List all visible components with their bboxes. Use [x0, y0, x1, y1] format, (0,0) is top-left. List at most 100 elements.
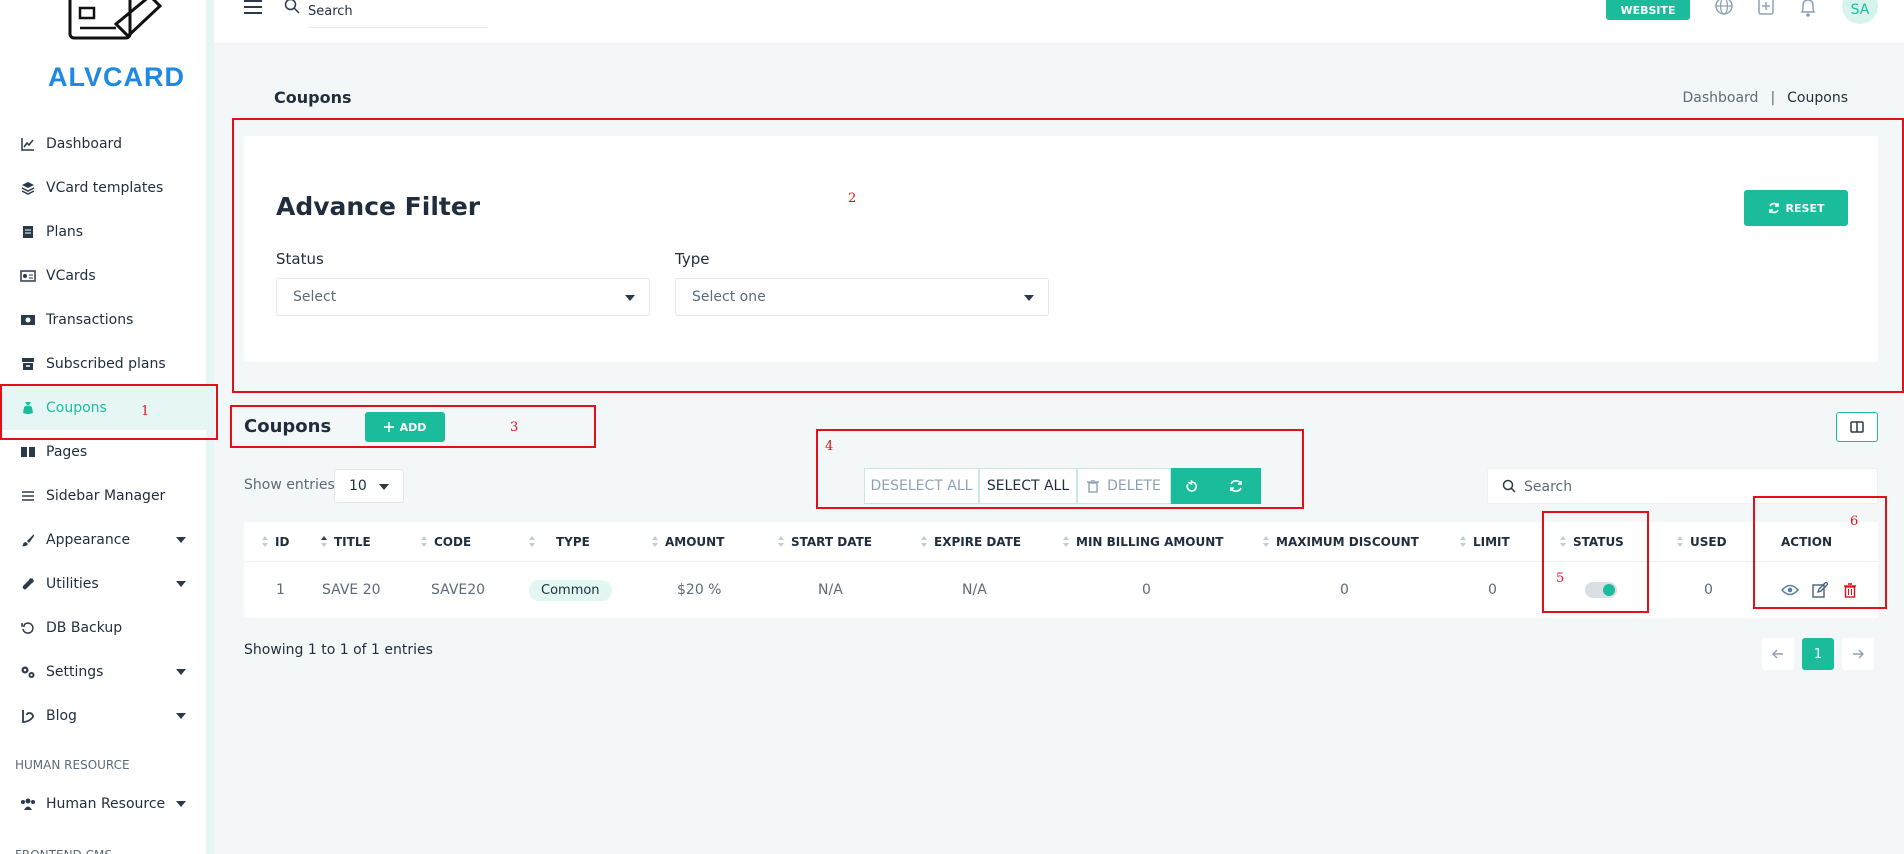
- column-label: TITLE: [334, 535, 371, 549]
- caret-down-icon: [379, 484, 389, 490]
- arrow-left-icon: [1772, 649, 1783, 659]
- entries-value: 10: [349, 478, 367, 494]
- sort-icon: [778, 536, 785, 548]
- cell-amount: $20 %: [677, 582, 722, 598]
- annotation-number-2: 2: [848, 191, 857, 206]
- annotation-box-1: [0, 384, 218, 440]
- sidebar-item-label: VCard templates: [46, 180, 164, 196]
- brush-icon: [20, 532, 36, 548]
- sidebar-item-appearance[interactable]: Appearance: [0, 518, 206, 562]
- sidebar-item-label: DB Backup: [46, 620, 123, 636]
- type-badge: Common: [529, 579, 612, 601]
- column-header-amount[interactable]: AMOUNT: [652, 522, 724, 562]
- page-button-1[interactable]: 1: [1802, 638, 1834, 670]
- breadcrumb-separator: |: [1770, 90, 1776, 106]
- column-label: START DATE: [791, 535, 872, 549]
- sidebar-item-label: Utilities: [46, 576, 99, 592]
- cell-code: SAVE20: [431, 582, 486, 598]
- sidebar-item-db-backup[interactable]: DB Backup: [0, 606, 206, 650]
- prev-page-button[interactable]: [1762, 638, 1794, 670]
- top-search-input[interactable]: [308, 0, 488, 28]
- columns-icon: [1850, 421, 1864, 433]
- page-header: Coupons Dashboard | Coupons: [244, 78, 1878, 118]
- column-header-code[interactable]: CODE: [421, 522, 471, 562]
- sidebar-item-vcard-templates[interactable]: VCard templates: [0, 166, 206, 210]
- annotation-number-6: 6: [1850, 514, 1859, 529]
- cell-title: SAVE 20: [322, 582, 381, 598]
- sidebar-item-vcards[interactable]: VCards: [0, 254, 206, 298]
- next-page-button[interactable]: [1842, 638, 1874, 670]
- page-title: Coupons: [274, 88, 352, 107]
- column-visibility-button[interactable]: [1836, 412, 1878, 442]
- document-icon: [20, 224, 36, 240]
- sidebar-item-subscribed-plans[interactable]: Subscribed plans: [0, 342, 206, 386]
- book-icon: [20, 444, 36, 460]
- sidebar-item-dashboard[interactable]: Dashboard: [0, 122, 206, 166]
- website-button[interactable]: WEBSITE: [1606, 0, 1690, 20]
- logo[interactable]: ALVCARD: [20, 0, 200, 100]
- breadcrumb-dashboard-link[interactable]: Dashboard: [1682, 90, 1758, 106]
- column-label: MIN BILLING AMOUNT: [1076, 535, 1224, 549]
- avatar[interactable]: SA: [1842, 0, 1878, 24]
- column-header-limit[interactable]: LIMIT: [1460, 522, 1510, 562]
- column-header-max-discount[interactable]: MAXIMUM DISCOUNT: [1263, 522, 1419, 562]
- chevron-down-icon: [176, 581, 186, 587]
- sidebar-item-label: Subscribed plans: [46, 356, 166, 372]
- sidebar-item-label: Pages: [46, 444, 88, 460]
- sidebar-item-transactions[interactable]: Transactions: [0, 298, 206, 342]
- column-header-used[interactable]: USED: [1677, 522, 1727, 562]
- arrow-right-icon: [1853, 649, 1864, 659]
- sidebar-item-human-resource[interactable]: Human Resource: [0, 782, 206, 826]
- sidebar-item-label: Plans: [46, 224, 84, 240]
- sidebar-item-label: Transactions: [46, 312, 134, 328]
- sidebar-item-label: Settings: [46, 664, 104, 680]
- sidebar-item-utilities[interactable]: Utilities: [0, 562, 206, 606]
- hamburger-menu-icon[interactable]: [244, 0, 262, 14]
- column-header-min-billing[interactable]: MIN BILLING AMOUNT: [1063, 522, 1223, 562]
- entries-per-page-select[interactable]: 10: [334, 469, 404, 503]
- logo-text: ALVCARD: [48, 62, 185, 92]
- sidebar-nav: Dashboard VCard templates Plans VCards T…: [0, 122, 206, 854]
- sidebar-item-sidebar-manager[interactable]: Sidebar Manager: [0, 474, 206, 518]
- sidebar-section-hr: HUMAN RESOURCE: [15, 758, 130, 772]
- sort-icon: [421, 536, 428, 548]
- annotation-box-4: [816, 429, 1304, 509]
- cell-used: 0: [1704, 582, 1713, 598]
- table-info: Showing 1 to 1 of 1 entries: [244, 642, 433, 658]
- column-header-start-date[interactable]: START DATE: [778, 522, 872, 562]
- column-label: USED: [1690, 535, 1727, 549]
- column-header-expire-date[interactable]: EXPIRE DATE: [921, 522, 1021, 562]
- sort-icon: [652, 536, 659, 548]
- annotation-number-4: 4: [825, 439, 834, 454]
- card-logo-icon: [68, 0, 163, 40]
- table-search-input[interactable]: [1524, 477, 1854, 497]
- column-header-title[interactable]: TITLE: [321, 522, 371, 562]
- sort-icon: [1460, 536, 1467, 548]
- bell-icon[interactable]: [1798, 0, 1818, 18]
- sidebar-item-label: Sidebar Manager: [46, 488, 166, 504]
- sidebar-item-plans[interactable]: Plans: [0, 210, 206, 254]
- add-square-icon[interactable]: [1756, 0, 1776, 18]
- sort-icon: [1263, 536, 1270, 548]
- cell-limit: 0: [1488, 582, 1497, 598]
- column-header-id[interactable]: ID: [262, 522, 289, 562]
- money-icon: [20, 312, 36, 328]
- sidebar-item-blog[interactable]: Blog: [0, 694, 206, 738]
- topbar: WEBSITE SA: [214, 0, 1904, 44]
- column-label: MAXIMUM DISCOUNT: [1276, 535, 1419, 549]
- sidebar-section-cms: FRONTEND CMS: [0, 838, 206, 854]
- pagination: 1: [1762, 638, 1874, 670]
- id-card-icon: [20, 268, 36, 284]
- globe-icon[interactable]: [1714, 0, 1734, 18]
- sidebar-item-settings[interactable]: Settings: [0, 650, 206, 694]
- cell-id: 1: [276, 582, 285, 598]
- list-icon: [20, 488, 36, 504]
- gears-icon: [20, 664, 36, 680]
- search-icon: [284, 0, 300, 14]
- annotation-box-2: [232, 118, 1904, 393]
- cell-max-discount: 0: [1340, 582, 1349, 598]
- breadcrumb: Dashboard | Coupons: [1682, 90, 1848, 106]
- column-header-type[interactable]: TYPE: [529, 522, 590, 562]
- wrench-icon: [20, 576, 36, 592]
- annotation-number-5: 5: [1556, 571, 1565, 586]
